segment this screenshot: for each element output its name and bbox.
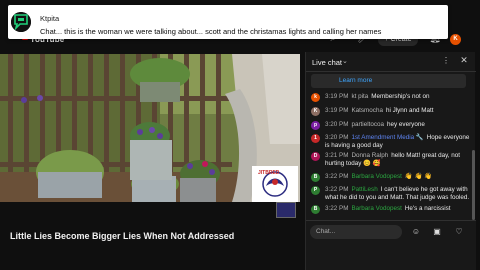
- chat-input-placeholder: Chat...: [316, 228, 336, 235]
- message-author[interactable]: Barbara Vodopest: [351, 205, 401, 212]
- more-options-icon[interactable]: ⋮: [442, 56, 450, 65]
- message-time: 3:22 PM: [325, 186, 349, 193]
- message-author[interactable]: 1st Amendment Media 🔧: [351, 134, 423, 141]
- message-author[interactable]: PattiLesh: [351, 186, 377, 193]
- avatar: p: [311, 121, 320, 130]
- notification-username: Ktpita: [40, 14, 60, 23]
- message-text: hey everyone: [387, 121, 425, 128]
- message-text: He's a narcissist: [404, 205, 451, 212]
- emoji-icon[interactable]: ☺: [409, 225, 423, 239]
- pinned-banner: Learn more: [311, 74, 466, 88]
- message-author[interactable]: partieltocoa: [351, 121, 384, 128]
- message-time: 3:20 PM: [325, 134, 349, 141]
- chat-notification-banner[interactable]: Ktpita Chat... this is the woman we were…: [8, 5, 448, 39]
- message-text: Membership's not on: [371, 93, 430, 100]
- chat-input[interactable]: Chat...: [310, 225, 402, 239]
- message-time: 3:19 PM: [325, 107, 349, 114]
- chat-input-row: Chat... ☺ ▣ ♡: [306, 220, 476, 270]
- super-chat-icon[interactable]: ▣: [430, 225, 444, 239]
- learn-more-link[interactable]: Learn more: [339, 77, 372, 84]
- avatar: K: [311, 107, 320, 116]
- message-author[interactable]: kt pita: [351, 93, 368, 100]
- message-time: 3:22 PM: [325, 205, 349, 212]
- live-chat-title[interactable]: Live chat: [312, 58, 342, 67]
- notification-app-icon: [11, 12, 31, 32]
- notification-message: Chat... this is the woman we were talkin…: [40, 27, 382, 36]
- message-time: 3:19 PM: [325, 93, 349, 100]
- live-chat-panel: Live chat ⌄ ⋮ ✕ Learn more k 3:19 PM kt p…: [305, 52, 476, 270]
- video-frame-image: [0, 54, 300, 202]
- heart-icon[interactable]: ♡: [452, 225, 466, 239]
- avatar: k: [311, 93, 320, 102]
- message-time: 3:21 PM: [325, 152, 349, 159]
- chevron-down-icon[interactable]: ⌄: [342, 57, 348, 65]
- account-avatar[interactable]: K: [450, 34, 461, 45]
- avatar: D: [311, 152, 320, 161]
- message-time: 3:22 PM: [325, 173, 349, 180]
- message-text: hi Jlynn and Matt: [385, 107, 434, 114]
- chat-scrollbar[interactable]: [472, 150, 475, 220]
- live-chat-header: Live chat ⌄ ⋮ ✕: [306, 52, 476, 72]
- avatar: B: [311, 173, 320, 182]
- video-title: Little Lies Become Bigger Lies When Not …: [10, 231, 235, 241]
- close-icon[interactable]: ✕: [459, 55, 469, 66]
- message-time: 3:20 PM: [325, 121, 349, 128]
- message-text: 👋 👋 👋: [404, 173, 432, 180]
- avatar: 1: [311, 134, 320, 143]
- app-window: YouTube ⌕ 🎤︎ + Create 🔔︎ K Ktpita Chat..…: [0, 0, 480, 270]
- message-author[interactable]: Barbara Vodopest: [351, 173, 401, 180]
- message-author[interactable]: Katsmocha: [351, 107, 383, 114]
- message-author[interactable]: Donna Ralph: [351, 152, 388, 159]
- channel-watermark-icon: [276, 202, 296, 218]
- avatar: P: [311, 186, 320, 195]
- avatar: B: [311, 205, 320, 214]
- video-player[interactable]: JITBRED: [0, 54, 300, 202]
- channel-watermark-logo: JITBRED: [258, 170, 280, 176]
